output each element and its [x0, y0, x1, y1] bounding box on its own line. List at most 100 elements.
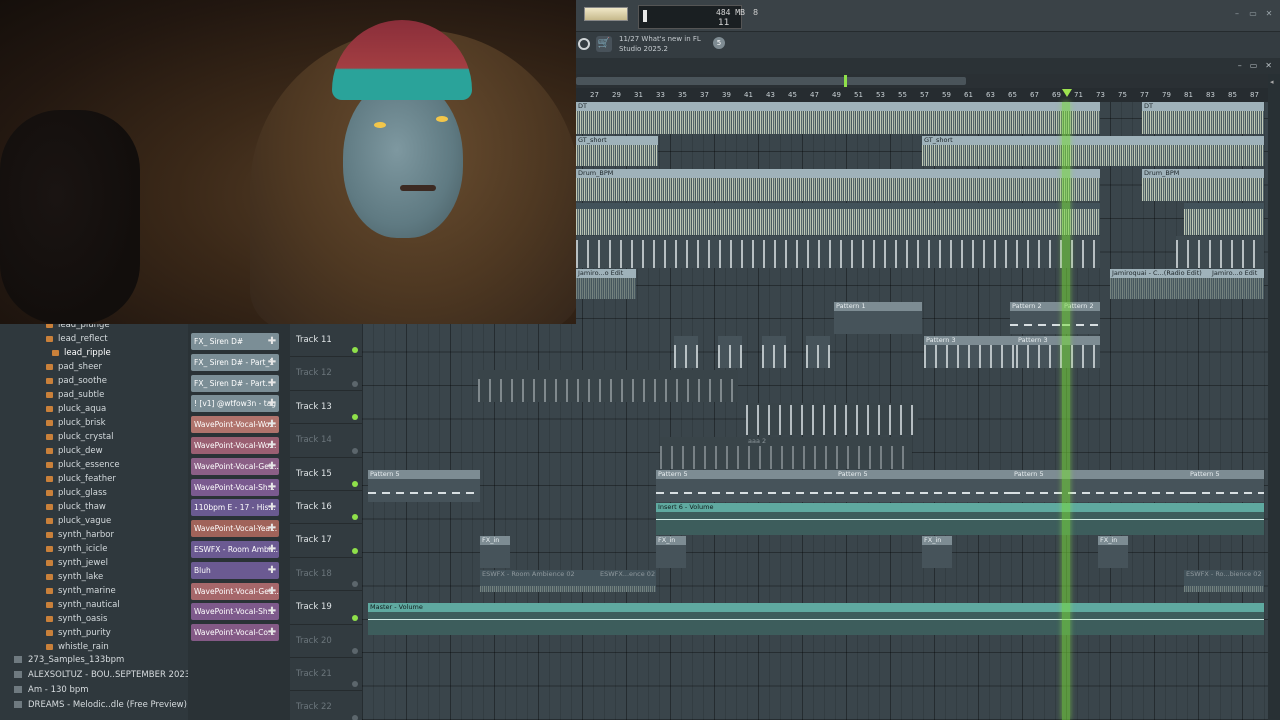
add-to-playlist-icon[interactable]: ✚	[266, 395, 278, 412]
clip-fx-in[interactable]: FX_in	[480, 536, 510, 568]
browser-item[interactable]: synth_marine	[46, 584, 116, 598]
browser-item[interactable]: pluck_feather	[46, 472, 116, 486]
track-header[interactable]: Track 18	[290, 558, 362, 592]
add-to-playlist-icon[interactable]: ✚	[266, 583, 278, 600]
clip-pattern-5[interactable]: Pattern 5	[656, 470, 836, 502]
clip-drum-bpm[interactable]: Drum_BPM	[1142, 169, 1264, 201]
track-header[interactable]: Track 22	[290, 691, 362, 720]
browser-item[interactable]: lead_reflect	[46, 332, 108, 346]
track-header[interactable]: Track 19	[290, 591, 362, 625]
track-mute-led-icon[interactable]	[352, 581, 358, 588]
browser-item[interactable]: synth_icicle	[46, 542, 107, 556]
track-mute-led-icon[interactable]	[352, 547, 358, 554]
add-to-playlist-icon[interactable]: ✚	[266, 333, 278, 350]
track-header[interactable]: Track 13	[290, 391, 362, 425]
add-to-playlist-icon[interactable]: ✚	[266, 499, 278, 516]
browser-item[interactable]: pluck_brisk	[46, 416, 106, 430]
news-badge-icon[interactable]: 5	[713, 37, 725, 49]
track-header[interactable]: Track 12	[290, 357, 362, 391]
browser-folder[interactable]: DREAMS - Melodic..dle (Free Preview)	[14, 698, 187, 712]
browser-item[interactable]: pad_subtle	[46, 388, 104, 402]
clip-jamiro[interactable]: Jamiro...o Edit	[1210, 269, 1264, 299]
clip-aaa[interactable]: aaa 2	[660, 437, 912, 469]
clip-insert-6-volume[interactable]: Insert 6 - Volume	[656, 503, 1264, 535]
clip-pattern-small[interactable]	[674, 336, 698, 368]
master-volume-slider[interactable]	[584, 7, 628, 21]
clip-pattern-small[interactable]	[806, 336, 830, 368]
news-panel[interactable]: 11/27 What's new in FL Studio 2025.2	[619, 34, 701, 54]
close-icon[interactable]: ✕	[1264, 10, 1274, 18]
add-to-playlist-icon[interactable]: ✚	[266, 479, 278, 496]
browser-folder[interactable]: ALEXSOLTUZ - BOU..SEPTEMBER 2023 )	[14, 668, 196, 682]
track-mute-led-icon[interactable]	[352, 614, 358, 621]
maximize-icon[interactable]: ▭	[1248, 10, 1258, 18]
clip-fx-in[interactable]: FX_in	[922, 536, 952, 568]
cart-icon[interactable]: 🛒	[596, 36, 612, 52]
browser-item[interactable]: synth_oasis	[46, 612, 107, 626]
add-to-playlist-icon[interactable]: ✚	[266, 458, 278, 475]
clip-eswfx[interactable]: ESWFX - Room Ambience 02	[480, 570, 598, 592]
browser-item[interactable]: pluck_vague	[46, 514, 111, 528]
add-to-playlist-icon[interactable]: ✚	[266, 520, 278, 537]
minimize-icon[interactable]: –	[1232, 10, 1242, 18]
browser-item[interactable]: pad_soothe	[46, 374, 107, 388]
clip-audio[interactable]	[1184, 203, 1264, 235]
browser-item[interactable]: lead_ripple	[52, 346, 111, 360]
playlist-maximize-icon[interactable]: ▭	[1250, 61, 1258, 70]
clip-audio[interactable]	[576, 203, 1100, 235]
add-to-playlist-icon[interactable]: ✚	[266, 437, 278, 454]
clip-fx-in[interactable]: FX_in	[656, 536, 686, 568]
track-mute-led-icon[interactable]	[352, 514, 358, 521]
browser-item[interactable]: pluck_aqua	[46, 402, 106, 416]
clip-hits[interactable]	[576, 236, 1100, 268]
track-mute-led-icon[interactable]	[352, 414, 358, 421]
add-to-playlist-icon[interactable]: ✚	[266, 562, 278, 579]
browser-item[interactable]: pluck_essence	[46, 458, 120, 472]
browser-item[interactable]: pluck_glass	[46, 486, 107, 500]
playlist-close-icon[interactable]: ✕	[1265, 61, 1272, 70]
clip-eswfx[interactable]: ESWFX...ence 02	[598, 570, 656, 592]
playlist-horizontal-scrollbar[interactable]	[576, 74, 1268, 88]
timeline-ruler[interactable]: 27 29 31 33 35 37 39 41 43 45 47 49 51 53 55 57 59 61 63 65…	[576, 88, 1268, 102]
clip-master-volume[interactable]: Master - Volume	[368, 603, 1264, 635]
clip-pattern-3[interactable]: Pattern 3	[1016, 336, 1100, 368]
add-to-playlist-icon[interactable]: ✚	[266, 416, 278, 433]
scroll-thumb[interactable]	[576, 77, 966, 85]
add-to-playlist-icon[interactable]: ✚	[266, 375, 278, 392]
track-mute-led-icon[interactable]	[352, 447, 358, 454]
clip-fx-in[interactable]: FX_in	[1098, 536, 1128, 568]
browser-folder[interactable]: Am - 130 bpm	[14, 683, 89, 697]
clip-hits[interactable]	[746, 403, 918, 435]
browser-item[interactable]: pluck_thaw	[46, 500, 106, 514]
track-header[interactable]: Track 14	[290, 424, 362, 458]
track-mute-led-icon[interactable]	[352, 380, 358, 387]
clip-pattern-2[interactable]: Pattern 2	[1010, 302, 1062, 334]
clip-pattern-small[interactable]	[762, 336, 786, 368]
browser-item[interactable]: synth_nautical	[46, 598, 120, 612]
clip-hits[interactable]	[478, 370, 738, 402]
clip-pattern-5[interactable]: Pattern 5	[1012, 470, 1188, 502]
clip-hits[interactable]	[1176, 236, 1264, 268]
track-mute-led-icon[interactable]	[352, 647, 358, 654]
clip-pattern-5[interactable]: Pattern 5	[368, 470, 480, 502]
track-header[interactable]: Track 16	[290, 491, 362, 525]
track-header[interactable]: Track 21	[290, 658, 362, 692]
browser-item[interactable]: whistle_rain	[46, 640, 109, 654]
track-mute-led-icon[interactable]	[352, 480, 358, 487]
add-to-playlist-icon[interactable]: ✚	[266, 624, 278, 641]
clip-pattern-5[interactable]: Pattern 5	[1188, 470, 1264, 502]
playhead[interactable]	[1062, 102, 1070, 720]
add-to-playlist-icon[interactable]: ✚	[266, 603, 278, 620]
song-position-marker[interactable]	[844, 75, 847, 87]
clip-gt-short[interactable]: GT_short	[922, 136, 1264, 166]
browser-item[interactable]: synth_jewel	[46, 556, 108, 570]
scroll-up-icon[interactable]: ◂	[1270, 78, 1278, 86]
add-to-playlist-icon[interactable]: ✚	[266, 541, 278, 558]
browser-folder[interactable]: 273_Samples_133bpm	[14, 653, 124, 667]
track-mute-led-icon[interactable]	[352, 714, 358, 720]
clip-dt[interactable]: DT	[576, 102, 1100, 134]
clip-pattern-3[interactable]: Pattern 3	[924, 336, 1016, 368]
browser-item[interactable]: synth_lake	[46, 570, 103, 584]
playlist-minimize-icon[interactable]: –	[1238, 61, 1242, 70]
clip-drum-bpm[interactable]: Drum_BPM	[576, 169, 1100, 201]
